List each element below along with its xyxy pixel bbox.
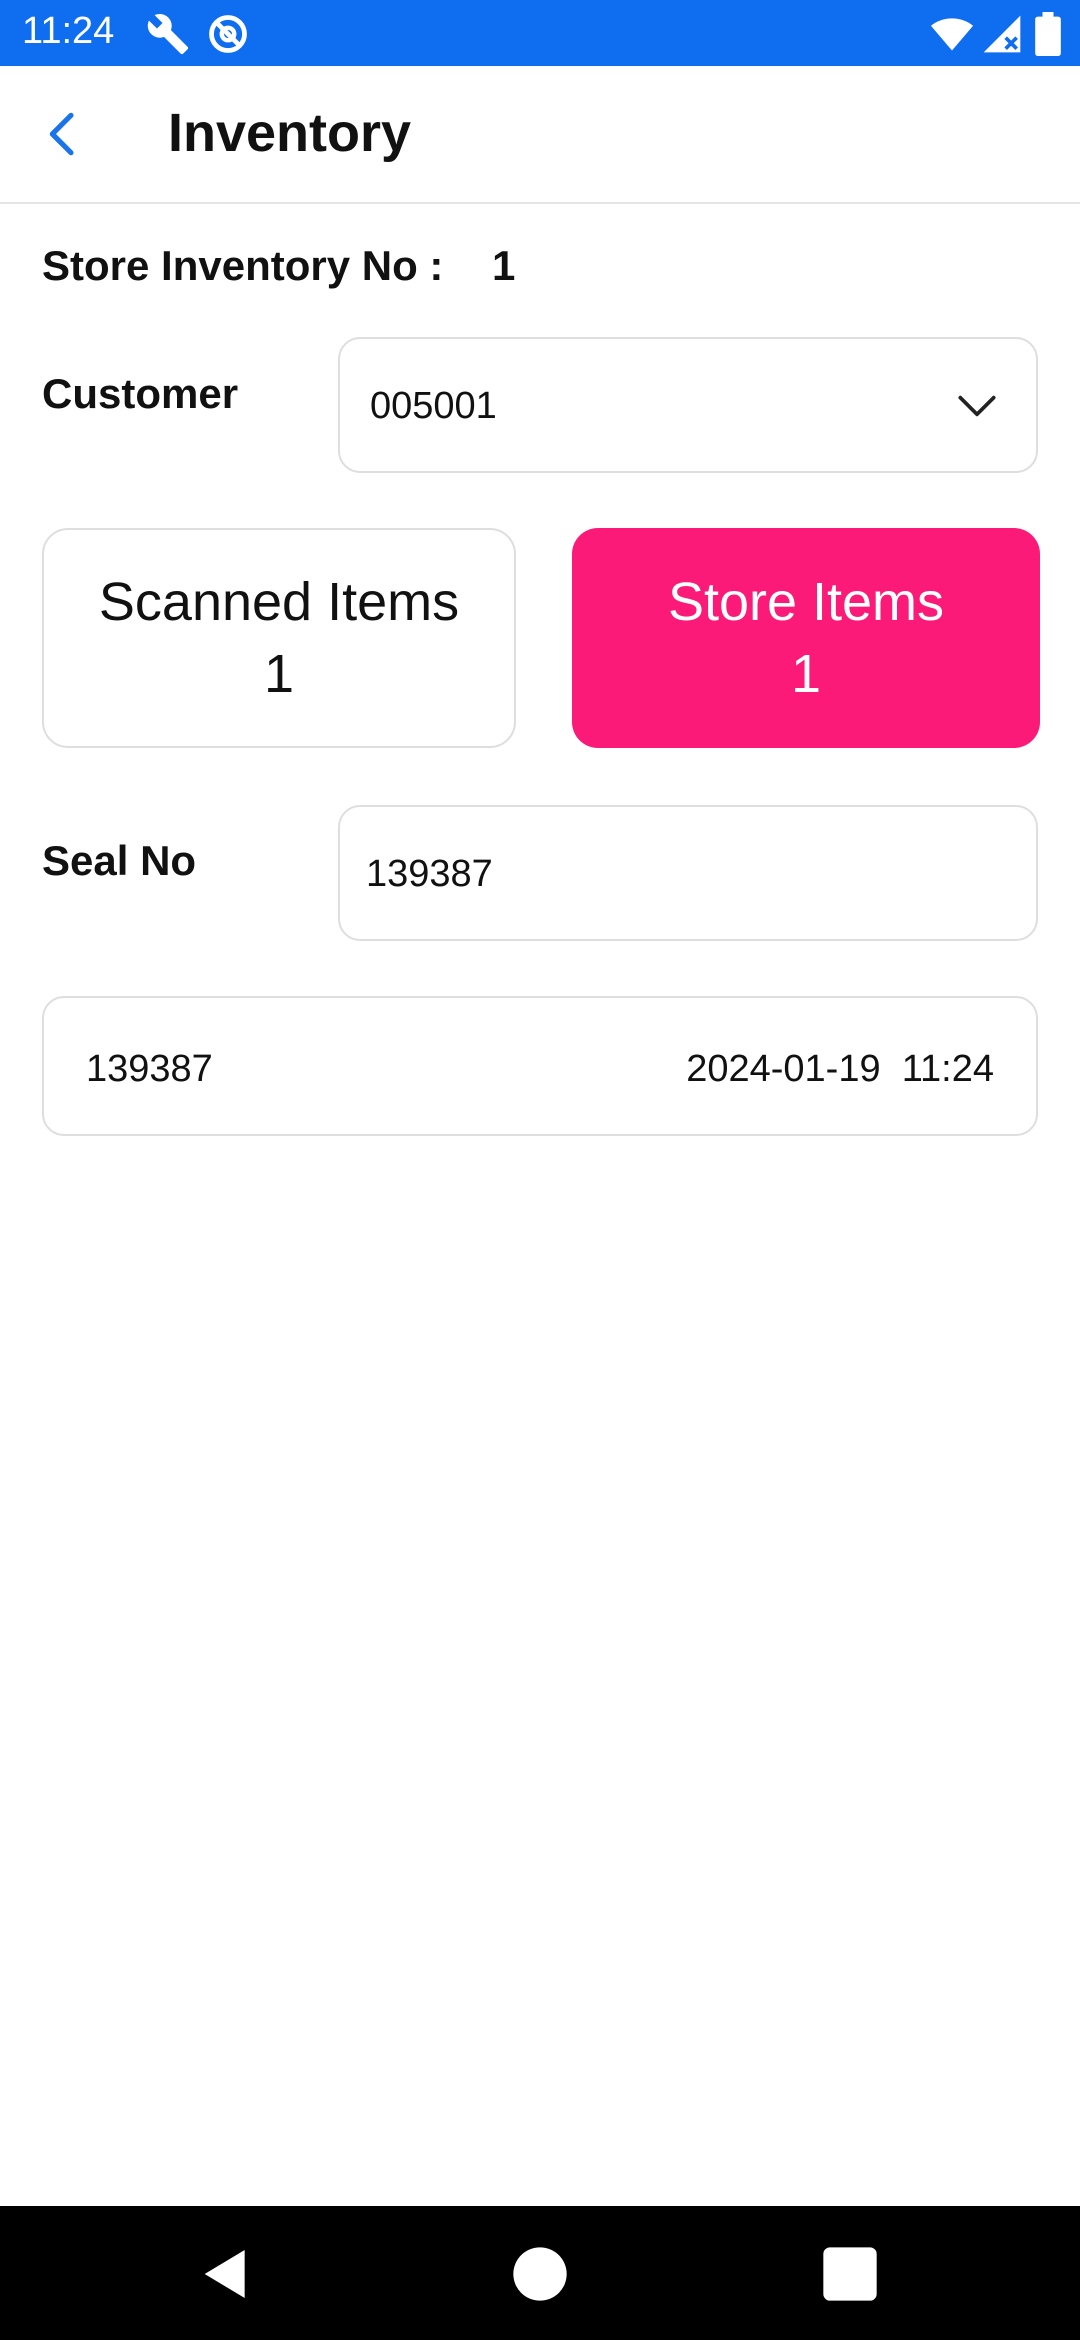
customer-dropdown[interactable]: 005001 (338, 337, 1038, 473)
customer-selected-value: 005001 (370, 385, 497, 427)
inventory-number-label: Store Inventory No : (42, 242, 444, 289)
do-not-disturb-icon (209, 15, 247, 53)
back-button[interactable] (36, 106, 92, 162)
scanned-items-card[interactable]: Scanned Items 1 (42, 528, 516, 748)
scanned-items-title: Scanned Items (98, 572, 460, 632)
status-time: 11:24 (22, 10, 115, 52)
list-item-datetime: 2024-01-19 11:24 (686, 1048, 994, 1090)
navigation-bar (0, 2206, 1080, 2340)
signal-icon (983, 15, 1021, 53)
list-item-seal: 139387 (86, 1048, 213, 1090)
status-bar: 11:24 (0, 0, 1080, 66)
seal-no-input[interactable]: 139387 (338, 805, 1038, 941)
list-item[interactable]: 139387 2024-01-19 11:24 (42, 996, 1038, 1136)
store-items-card[interactable]: Store Items 1 (572, 528, 1040, 748)
chevron-down-icon (958, 395, 996, 417)
back-triangle-icon[interactable] (194, 2242, 258, 2306)
battery-icon (1035, 12, 1061, 56)
screen: 11:24 Inventory Store Inventory No : 1 C… (0, 0, 1080, 2340)
scanned-items-count: 1 (263, 644, 295, 704)
seal-no-label: Seal No (42, 837, 197, 884)
home-circle-icon[interactable] (508, 2242, 572, 2306)
wrench-icon (147, 14, 189, 55)
inventory-number-value: 1 (492, 242, 516, 289)
recents-square-icon[interactable] (818, 2242, 882, 2306)
store-items-title: Store Items (667, 572, 945, 632)
store-items-count: 1 (790, 644, 822, 704)
wifi-icon (930, 18, 974, 51)
seal-no-value: 139387 (366, 853, 493, 895)
page-title: Inventory (168, 103, 412, 163)
app-bar: Inventory (0, 66, 1080, 204)
customer-label: Customer (42, 370, 239, 417)
